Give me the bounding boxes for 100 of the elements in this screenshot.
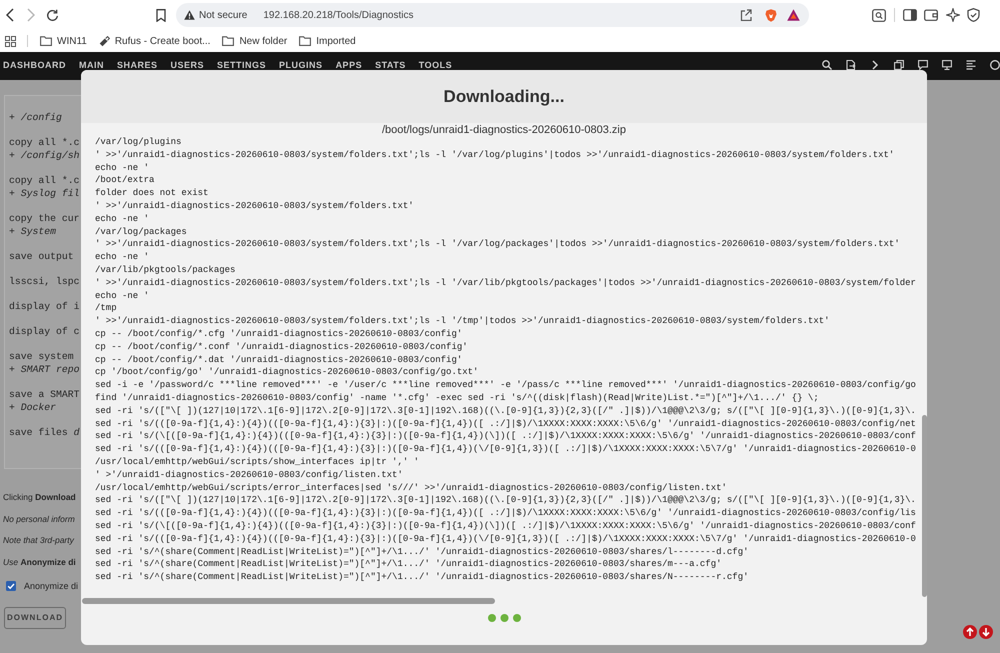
log-line: cp '/boot/config/go' '/unraid1-diagnostics-20260610-0803/config/go.txt' [95, 366, 478, 380]
folder-icon [222, 36, 234, 46]
chat-icon[interactable] [918, 60, 928, 70]
monitor-icon[interactable] [942, 60, 952, 70]
nav-tab[interactable]: TOOLS [418, 61, 452, 70]
log-line: sed -ri 's/^(share(Comment|ReadList|WriteList)=")[^"]+/\1.../' '/unraid1-diagnostics-20260610-0803/shares/m---a.cfg' [95, 558, 722, 572]
bookmark-icon[interactable] [156, 8, 166, 22]
security-label: Not secure [199, 10, 248, 20]
search-box-icon[interactable] [872, 8, 886, 22]
folder-icon [299, 36, 312, 46]
description-text: save output [9, 250, 74, 263]
description-text: save files d [9, 426, 80, 439]
log-line: sed -ri 's/^(share(Comment|ReadList|WriteList)=")[^"]+/\1.../' '/unraid1-diagnostics-20260610-0803/shares/N--------r.cfg' [95, 571, 749, 584]
log-line: sed -ri 's/(["\[ ])(127|10|172\.1[6-9]|172\.2[0-9]|172\.3[0-1]|192\.168)((\.[0-9]{1,3}){2,3}([/" .]|$))/\1@@@\2\3/g; s/(["\[ ][0-9]{1,3}\.)([0-9]{1,3}\. [95, 494, 916, 508]
bookmark-item[interactable]: New folder [222, 36, 288, 46]
log-line: ' >>'/unraid1-diagnostics-20260610-0803/system/folders.txt';ls -l '/var/log/packages'|todos >>'/unraid1-diagnostics-20260610-0803/system/folders.txt' [95, 238, 900, 252]
shield-icon[interactable] [765, 8, 777, 22]
log-line: sed -i -e '/password/c ***line removed***' -e '/user/c ***line removed***' -e '/pass/c ***line removed***' '/unraid1-diagnostics-20260610-0803/config/go [95, 379, 916, 392]
url-text: 192.168.20.218/Tools/Diagnostics [263, 10, 414, 20]
horizontal-scrollbar[interactable] [82, 598, 495, 604]
address-bar[interactable]: Not secure 192.168.20.218/Tools/Diagnostics [176, 3, 809, 27]
document-icon[interactable] [846, 60, 856, 70]
log-line: sed -ri 's/(\[([0-9a-f]{1,4}:){4})(([0-9a-f]{1,4}:){3}|:)([0-9a-f]{1,4})(\])([ .:/]|$)/\1XXXX:XXXX:XXXX:\5\6/g' '/unraid1-diagnostics-20260610-0803/conf [95, 520, 916, 533]
log-line: folder does not exist [95, 187, 208, 200]
log-line: ' >>'/unraid1-diagnostics-20260610-0803/system/folders.txt';ls -l '/var/lib/pkgtools/packages'|todos >>'/unraid1-diagnostics-20260610-0803/system/folder [95, 276, 916, 290]
share-icon[interactable] [740, 9, 752, 21]
section-heading: + Docker [9, 401, 56, 414]
log-line: sed -ri 's/(([0-9a-f]{1,4}:){4})(([0-9a-f]{1,4}:){3}|:)([0-9a-f]{1,4})([ .:/]|$)/\1XXXX:XXXX:XXXX:\5\6/g' '/unraid1-diagnostics-20260610-0803/config/net [95, 418, 916, 430]
section-heading: + Syslog fil [9, 187, 80, 200]
note-text: No personal inform [3, 512, 75, 524]
log-line: echo -ne ' [95, 162, 150, 174]
note-text: Use Anonymize di [3, 556, 76, 568]
nav-tab[interactable]: APPS [336, 61, 362, 70]
log-line: echo -ne ' [95, 290, 150, 302]
bookmark-item[interactable]: Rufus - Create boot... [98, 36, 210, 46]
log-line: /usr/local/emhttp/webGui/scripts/show_interfaces ip|tr ',' ' [95, 456, 420, 469]
checkbox[interactable] [6, 580, 16, 590]
nav-tab[interactable]: SHARES [117, 61, 158, 70]
log-line: echo -ne ' [95, 212, 150, 226]
log-line: find '/unraid1-diagnostics-20260610-0803/config' -name '*.cfg' -exec sed -ri 's/^((disk|flash)(Read|Write)List.*=")[^"]+/\1.../' {} \; [95, 392, 819, 405]
loading-dots-icon [488, 614, 520, 622]
log-line: /var/log/packages [95, 226, 187, 238]
log-line: sed -ri 's/^(share(Comment|ReadList|WriteList)=")[^"]+/\1.../' '/unraid1-diagnostics-20260610-0803/shares/l--------d.cfg' [95, 546, 749, 558]
up-arrow-icon[interactable] [963, 625, 977, 639]
dialog-title: Downloading... [444, 86, 564, 106]
log-line: /tmp [95, 302, 117, 316]
warning-icon [184, 10, 195, 20]
nav-tab[interactable]: STATS [375, 61, 406, 70]
log-line: /var/lib/pkgtools/packages [95, 264, 236, 277]
section-heading: + /config [9, 111, 62, 124]
down-arrow-icon[interactable] [979, 625, 993, 639]
nav-tab[interactable]: USERS [170, 61, 204, 70]
wallet-icon[interactable] [924, 9, 938, 21]
log-line: /boot/extra [95, 174, 154, 188]
description-text: copy all *.c [9, 136, 80, 149]
bookmark-item[interactable]: Imported [299, 36, 356, 46]
reload-icon[interactable] [46, 8, 59, 22]
log-line: sed -ri 's/(([0-9a-f]{1,4}:){4})(([0-9a-f]{1,4}:){3}|:)([0-9a-f]{1,4})(\/[0-9]{1,3})([ .:/]|$)/\1XXXX:XXXX:XXXX:\5\7/g' '/unraid1-diagnostics-20260610-0 [95, 443, 916, 456]
nav-tab[interactable]: MAIN [79, 61, 104, 70]
shield-check-icon[interactable] [967, 8, 980, 22]
section-heading: + /config/sh [9, 149, 80, 162]
file-path: /boot/logs/unraid1-diagnostics-20260610-0803.zip [382, 124, 626, 136]
log-line: echo -ne ' [95, 251, 150, 264]
bookmark-item[interactable]: WIN11 [40, 36, 87, 46]
apps-grid-icon[interactable] [5, 36, 16, 46]
log-line: sed -ri 's/(\[([0-9a-f]{1,4}:){4})(([0-9a-f]{1,4}:){3}|:)([0-9a-f]{1,4})(\])([ .:/]|$)/\1XXXX:XXXX:XXXX:\5\6/g' '/unraid1-diagnostics-20260610-0803/conf [95, 430, 916, 444]
description-text: copy the cur [9, 212, 80, 225]
sparkle-icon[interactable] [946, 8, 960, 22]
log-line: cp -- /boot/config/*.dat '/unraid1-diagnostics-20260610-0803/config' [95, 354, 462, 366]
vertical-scrollbar[interactable] [922, 415, 927, 597]
folder-icon [40, 36, 52, 46]
log-line: ' >'/unraid1-diagnostics-20260610-0803/config/listen.txt' [95, 468, 403, 482]
nav-tab[interactable]: SETTINGS [217, 61, 266, 70]
section-heading: + System [9, 225, 56, 238]
log-line: /var/log/plugins [95, 136, 182, 149]
nav-tab[interactable]: PLUGINS [279, 61, 323, 70]
note-text: Clicking Download [3, 491, 76, 503]
list-icon[interactable] [966, 60, 976, 70]
circle-icon[interactable] [990, 60, 1000, 70]
sidebar-icon[interactable] [903, 9, 917, 21]
search-icon[interactable] [822, 60, 832, 70]
log-line: ' >>'/unraid1-diagnostics-20260610-0803/system/folders.txt';ls -l '/var/log/plugins'|todos >>'/unraid1-diagnostics-20260610-0803/system/folders.txt' [95, 148, 894, 162]
description-text: copy all *.c [9, 174, 80, 187]
description-text: save system [9, 350, 74, 363]
triangle-icon[interactable] [787, 9, 800, 21]
log-line: cp -- /boot/config/*.cfg '/unraid1-diagnostics-20260610-0803/config' [95, 328, 462, 341]
log-line: sed -ri 's/(([0-9a-f]{1,4}:){4})(([0-9a-f]{1,4}:){3}|:)([0-9a-f]{1,4})(\/[0-9]{1,3})([ .:/]|$)/\1XXXX:XXXX:XXXX:\5\7/g' '/unraid1-diagnostics-20260610-0 [95, 532, 916, 546]
log-line: cp -- /boot/config/*.conf '/unraid1-diagnostics-20260610-0803/config' [95, 340, 468, 354]
chevron-icon[interactable] [870, 60, 880, 70]
description-text: display of c [9, 325, 80, 338]
description-text: save a SMART [9, 388, 80, 401]
description-text: display of i [9, 300, 80, 313]
log-line: ' >>'/unraid1-diagnostics-20260610-0803/system/folders.txt';ls -l '/tmp'|todos >>'/unraid1-diagnostics-20260610-0803/system/folders.txt' [95, 315, 830, 328]
copy-icon[interactable] [894, 60, 904, 70]
back-icon[interactable] [6, 8, 14, 22]
usb-stick-icon [98, 36, 110, 46]
description-text: lsscsi, lspc [9, 275, 80, 288]
log-line: /usr/local/emhttp/webGui/scripts/error_interfaces|sed 's///' >>'/unraid1-diagnostics-20260610-0803/config/listen.txt' [95, 482, 727, 494]
log-line: sed -ri 's/(([0-9a-f]{1,4}:){4})(([0-9a-f]{1,4}:){3}|:)([0-9a-f]{1,4})([ .:/]|$)/\1XXXX:XXXX:XXXX:\5\6/g' '/unraid1-diagnostics-20260610-0803/config/lis [95, 507, 916, 520]
nav-tab[interactable]: DASHBOARD [3, 61, 66, 70]
